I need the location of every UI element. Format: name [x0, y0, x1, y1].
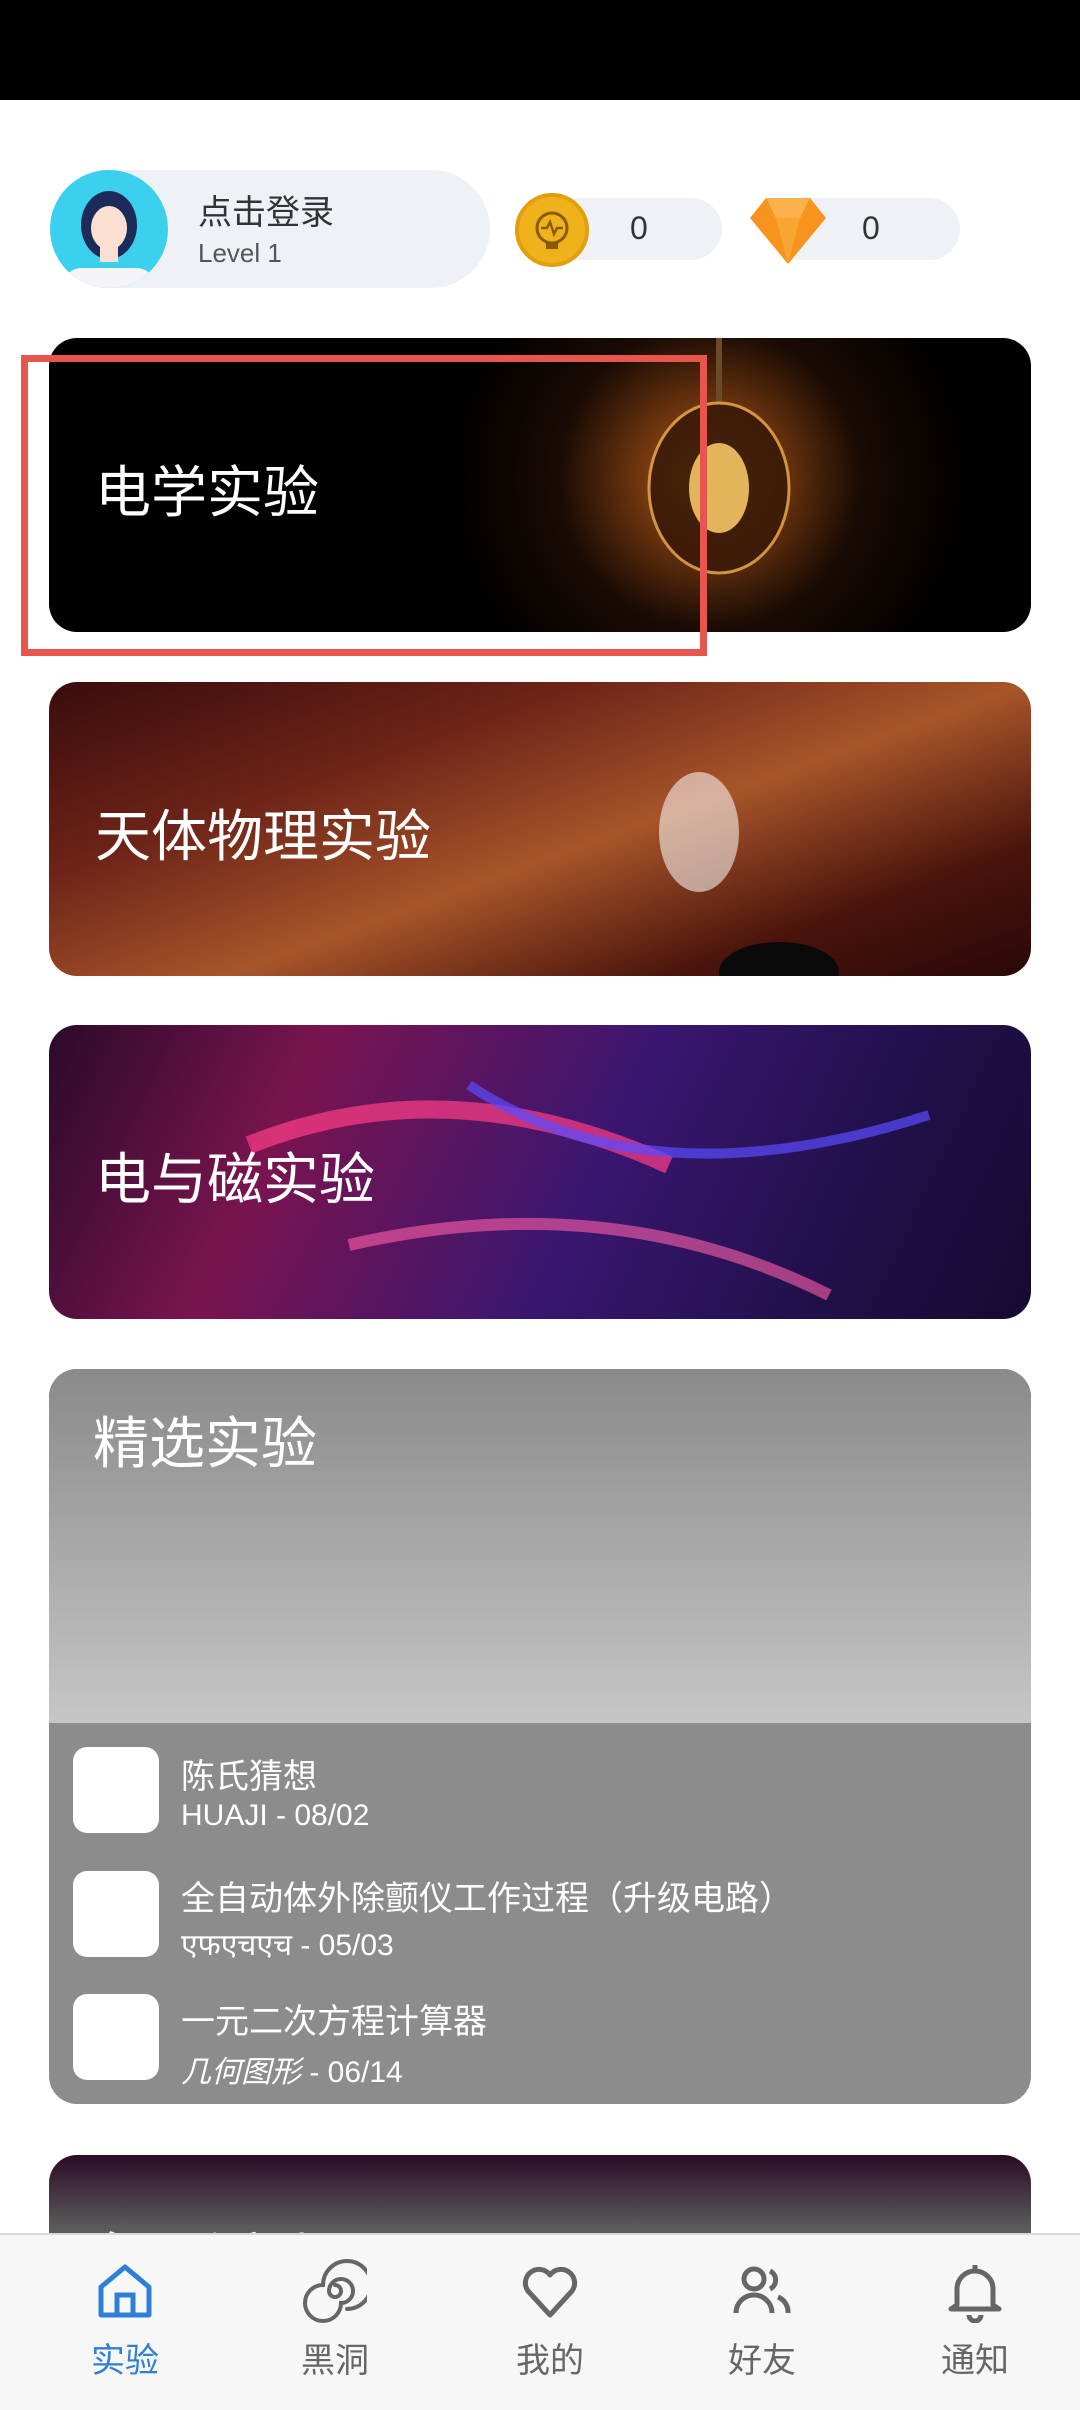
featured-experiments-card[interactable]: 精选实验 陈氏猜想 HUAJI - 08/02 全自动体外除颤仪工作过程（升级电…	[49, 1369, 1031, 2104]
card-title: 天体物理实验	[95, 805, 431, 870]
experiment-title[interactable]: 一元二次方程计算器	[181, 1994, 487, 2043]
card-title: 电与磁实验	[95, 1148, 375, 1213]
experiment-meta: 几何图形 - 06/14	[181, 2055, 403, 2090]
status-bar	[0, 0, 1080, 100]
tab-label: 好友	[728, 2341, 796, 2381]
avatar[interactable]	[50, 170, 168, 288]
featured-title: 精选实验	[93, 1412, 317, 1477]
experiment-thumbnail[interactable]	[73, 1747, 159, 1833]
experiment-meta: HUAJI - 08/02	[181, 1799, 370, 1832]
tab-mine[interactable]: 我的	[480, 2259, 620, 2399]
tab-experiments[interactable]: 实验	[55, 2259, 195, 2399]
tab-label: 实验	[91, 2341, 159, 2381]
experiment-thumbnail[interactable]	[73, 1871, 159, 1957]
experiment-thumbnail[interactable]	[73, 1994, 159, 2080]
card-astrophysics-experiments[interactable]: 天体物理实验	[49, 682, 1031, 976]
bottom-tab-bar: 实验 黑洞 我的 好友 通知	[0, 2233, 1080, 2410]
diamond-icon	[748, 192, 828, 272]
friends-icon	[733, 2266, 791, 2314]
home-icon	[98, 2264, 152, 2318]
highlight-box	[21, 355, 707, 656]
tab-label: 我的	[516, 2341, 584, 2381]
coin-icon	[515, 193, 589, 267]
coin-count: 0	[630, 210, 648, 246]
tab-friends[interactable]: 好友	[692, 2259, 832, 2399]
tab-notifications[interactable]: 通知	[905, 2259, 1045, 2399]
bell-icon	[948, 2265, 1002, 2323]
tab-label: 黑洞	[301, 2341, 369, 2381]
tab-black-hole[interactable]: 黑洞	[265, 2259, 405, 2399]
user-level: Level 1	[198, 238, 282, 268]
login-text[interactable]: 点击登录	[198, 185, 334, 234]
experiment-title[interactable]: 全自动体外除颤仪工作过程（升级电路）	[181, 1871, 793, 1920]
experiment-meta: एफएचएच - 05/03	[181, 1929, 394, 1962]
tab-label: 通知	[941, 2341, 1009, 2381]
card-electromagnetism-experiments[interactable]: 电与磁实验	[49, 1025, 1031, 1319]
heart-icon	[522, 2266, 578, 2318]
black-hole-icon	[303, 2259, 367, 2323]
gem-count: 0	[862, 210, 880, 246]
experiment-title[interactable]: 陈氏猜想	[181, 1749, 317, 1798]
